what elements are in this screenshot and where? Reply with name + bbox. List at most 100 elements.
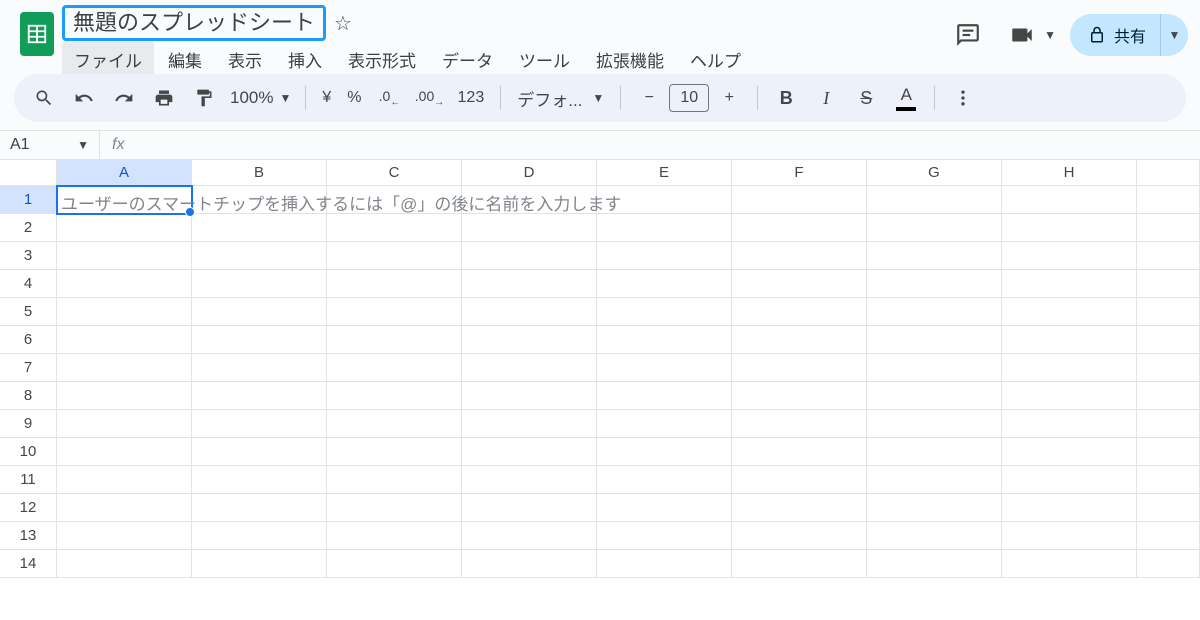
cell[interactable] bbox=[867, 326, 1002, 354]
decrease-font-button[interactable]: − bbox=[631, 81, 667, 115]
more-toolbar-button[interactable] bbox=[945, 81, 981, 115]
menu-edit[interactable]: 編集 bbox=[156, 41, 214, 78]
cell[interactable] bbox=[867, 550, 1002, 578]
cell[interactable]: ユーザーのスマートチップを挿入するには「@」の後に名前を入力します bbox=[57, 186, 192, 214]
cell[interactable] bbox=[1137, 214, 1200, 242]
cell[interactable] bbox=[192, 354, 327, 382]
cell[interactable] bbox=[732, 494, 867, 522]
cell[interactable] bbox=[192, 466, 327, 494]
row-header[interactable]: 3 bbox=[0, 242, 57, 270]
name-box[interactable]: A1 ▼ bbox=[0, 131, 100, 159]
cell[interactable] bbox=[597, 438, 732, 466]
cell[interactable] bbox=[1002, 466, 1137, 494]
cell[interactable] bbox=[462, 270, 597, 298]
cell[interactable] bbox=[597, 522, 732, 550]
cell[interactable] bbox=[1137, 186, 1200, 214]
cell[interactable] bbox=[327, 242, 462, 270]
cell[interactable] bbox=[1002, 550, 1137, 578]
cell[interactable] bbox=[327, 270, 462, 298]
cell[interactable] bbox=[1002, 270, 1137, 298]
app-logo[interactable] bbox=[12, 4, 62, 56]
share-button[interactable]: 共有 bbox=[1070, 23, 1160, 47]
increase-font-button[interactable]: + bbox=[711, 81, 747, 115]
menu-format[interactable]: 表示形式 bbox=[336, 41, 428, 78]
cell[interactable] bbox=[732, 438, 867, 466]
cell[interactable] bbox=[462, 186, 597, 214]
column-header[interactable] bbox=[1137, 160, 1200, 186]
cell[interactable] bbox=[732, 298, 867, 326]
row-header[interactable]: 1 bbox=[0, 186, 57, 214]
cell[interactable] bbox=[597, 354, 732, 382]
cell[interactable] bbox=[57, 270, 192, 298]
strikethrough-button[interactable]: S bbox=[848, 81, 884, 115]
row-header[interactable]: 11 bbox=[0, 466, 57, 494]
cell[interactable] bbox=[732, 354, 867, 382]
column-header[interactable]: C bbox=[327, 160, 462, 186]
cell[interactable] bbox=[732, 522, 867, 550]
cell[interactable] bbox=[192, 438, 327, 466]
percent-button[interactable]: % bbox=[341, 81, 367, 115]
cell[interactable] bbox=[1137, 326, 1200, 354]
cell[interactable] bbox=[57, 382, 192, 410]
cell[interactable] bbox=[867, 270, 1002, 298]
menu-insert[interactable]: 挿入 bbox=[276, 41, 334, 78]
cell[interactable] bbox=[327, 186, 462, 214]
cell[interactable] bbox=[1137, 382, 1200, 410]
cell[interactable] bbox=[597, 242, 732, 270]
cell[interactable] bbox=[867, 298, 1002, 326]
cell[interactable] bbox=[597, 270, 732, 298]
row-header[interactable]: 4 bbox=[0, 270, 57, 298]
cell[interactable] bbox=[57, 298, 192, 326]
cell[interactable] bbox=[732, 466, 867, 494]
cell[interactable] bbox=[57, 242, 192, 270]
row-header[interactable]: 5 bbox=[0, 298, 57, 326]
column-header[interactable]: B bbox=[192, 160, 327, 186]
cell[interactable] bbox=[192, 270, 327, 298]
column-header[interactable]: H bbox=[1002, 160, 1137, 186]
cell[interactable] bbox=[1002, 410, 1137, 438]
cell[interactable] bbox=[192, 242, 327, 270]
select-all-corner[interactable] bbox=[0, 160, 57, 186]
redo-button[interactable] bbox=[106, 81, 142, 115]
cell[interactable] bbox=[462, 494, 597, 522]
cell[interactable] bbox=[192, 382, 327, 410]
row-header[interactable]: 12 bbox=[0, 494, 57, 522]
comments-icon[interactable] bbox=[948, 15, 988, 55]
cell[interactable] bbox=[1137, 438, 1200, 466]
cell[interactable] bbox=[1002, 298, 1137, 326]
cell[interactable] bbox=[327, 298, 462, 326]
cell[interactable] bbox=[462, 466, 597, 494]
cell[interactable] bbox=[192, 494, 327, 522]
column-header[interactable]: D bbox=[462, 160, 597, 186]
cell[interactable] bbox=[732, 270, 867, 298]
cell[interactable] bbox=[1002, 522, 1137, 550]
row-header[interactable]: 8 bbox=[0, 382, 57, 410]
cell[interactable] bbox=[57, 326, 192, 354]
italic-button[interactable]: I bbox=[808, 81, 844, 115]
cell[interactable] bbox=[597, 214, 732, 242]
cell[interactable] bbox=[57, 410, 192, 438]
cell[interactable] bbox=[732, 242, 867, 270]
row-header[interactable]: 13 bbox=[0, 522, 57, 550]
cell[interactable] bbox=[732, 410, 867, 438]
menu-file[interactable]: ファイル bbox=[62, 41, 154, 78]
formula-input[interactable]: fx bbox=[100, 136, 136, 154]
cell[interactable] bbox=[57, 438, 192, 466]
cell[interactable] bbox=[597, 382, 732, 410]
cell[interactable] bbox=[57, 466, 192, 494]
cell[interactable] bbox=[462, 214, 597, 242]
cell[interactable] bbox=[327, 326, 462, 354]
cell[interactable] bbox=[1137, 298, 1200, 326]
cell[interactable] bbox=[192, 214, 327, 242]
cell[interactable] bbox=[1002, 242, 1137, 270]
decrease-decimal-button[interactable]: .0← bbox=[372, 81, 408, 115]
cell[interactable] bbox=[597, 494, 732, 522]
cell[interactable] bbox=[1002, 214, 1137, 242]
cell[interactable] bbox=[867, 522, 1002, 550]
cell[interactable] bbox=[1137, 466, 1200, 494]
cell[interactable] bbox=[597, 298, 732, 326]
zoom-select[interactable]: 100%▼ bbox=[226, 88, 295, 108]
cell[interactable] bbox=[597, 326, 732, 354]
paint-format-button[interactable] bbox=[186, 81, 222, 115]
cell[interactable] bbox=[57, 550, 192, 578]
